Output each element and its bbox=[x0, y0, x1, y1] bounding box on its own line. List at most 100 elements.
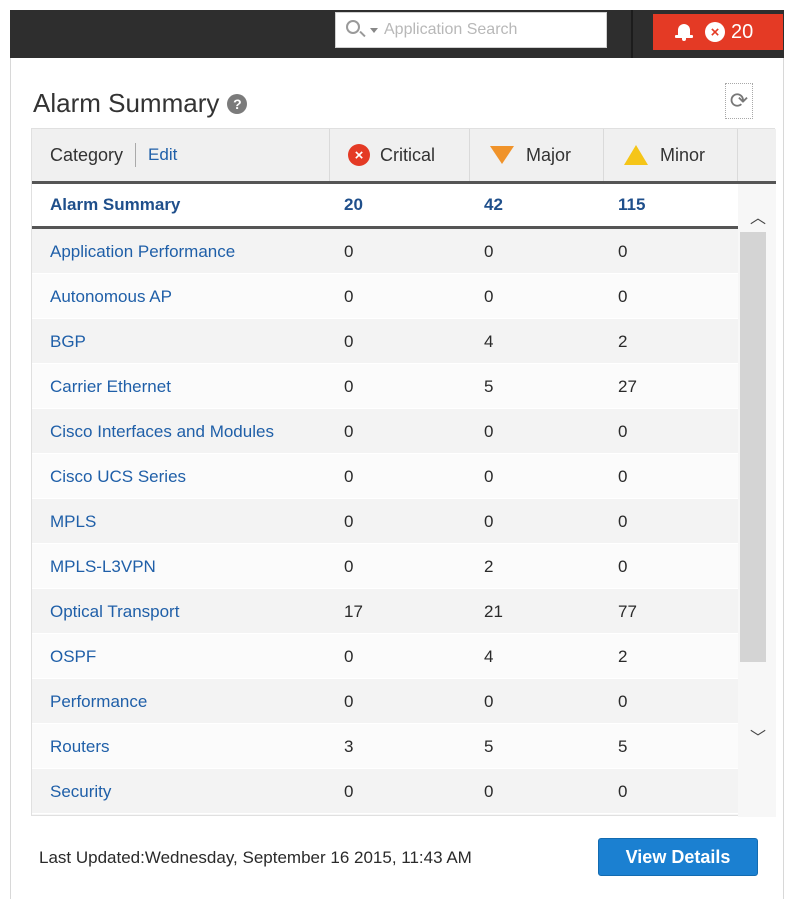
last-updated-text: Last Updated:Wednesday, September 16 201… bbox=[39, 848, 472, 867]
row-category[interactable]: Cisco UCS Series bbox=[50, 454, 186, 499]
row-critical: 0 bbox=[344, 421, 354, 441]
row-minor: 0 bbox=[618, 556, 628, 576]
row-minor: 0 bbox=[618, 286, 628, 306]
row-major: 0 bbox=[484, 421, 494, 441]
alarm-count: 20 bbox=[731, 20, 754, 43]
row-critical: 0 bbox=[344, 241, 354, 261]
row-minor: 27 bbox=[618, 376, 637, 396]
column-header-spacer bbox=[738, 129, 776, 181]
row-category[interactable]: Security bbox=[50, 769, 111, 814]
row-minor: 77 bbox=[618, 601, 637, 621]
row-category[interactable]: Autonomous AP bbox=[50, 274, 172, 319]
column-header-category: Category Edit bbox=[32, 129, 330, 181]
summary-minor[interactable]: 115 bbox=[618, 184, 645, 226]
row-critical: 17 bbox=[344, 601, 363, 621]
summary-major[interactable]: 42 bbox=[484, 184, 503, 226]
row-critical: 0 bbox=[344, 511, 354, 531]
row-category[interactable]: Routers bbox=[50, 724, 110, 769]
application-search-input[interactable] bbox=[384, 21, 584, 39]
table-header: Category Edit × Critical Major Minor bbox=[32, 129, 776, 184]
category-label: Category bbox=[50, 144, 124, 165]
column-header-minor[interactable]: Minor bbox=[604, 129, 738, 181]
table-row[interactable]: Carrier Ethernet 0 5 27 bbox=[32, 364, 738, 409]
top-header-bar: × 20 bbox=[10, 10, 784, 58]
column-header-critical[interactable]: × Critical bbox=[330, 129, 470, 181]
view-details-button[interactable]: View Details bbox=[598, 838, 758, 876]
row-major: 0 bbox=[484, 511, 494, 531]
row-category[interactable]: Cisco Interfaces and Modules bbox=[50, 409, 274, 454]
panel-title: Alarm Summary ? bbox=[33, 88, 248, 119]
summary-label[interactable]: Alarm Summary bbox=[50, 184, 180, 226]
row-major: 0 bbox=[484, 286, 494, 306]
application-search-box[interactable] bbox=[335, 12, 607, 48]
summary-critical[interactable]: 20 bbox=[344, 184, 363, 226]
edit-link[interactable]: Edit bbox=[148, 145, 177, 165]
panel-title-text: Alarm Summary bbox=[33, 88, 220, 118]
table-row[interactable]: Cisco Interfaces and Modules 0 0 0 bbox=[32, 409, 738, 454]
row-critical: 0 bbox=[344, 691, 354, 711]
row-minor: 0 bbox=[618, 421, 628, 441]
scrollbar-thumb[interactable] bbox=[740, 232, 766, 662]
row-category[interactable]: BGP bbox=[50, 319, 86, 364]
bell-icon bbox=[675, 23, 693, 41]
row-critical: 0 bbox=[344, 286, 354, 306]
row-category[interactable]: MPLS bbox=[50, 499, 96, 544]
row-category[interactable]: MPLS-L3VPN bbox=[50, 544, 156, 589]
search-icon[interactable] bbox=[344, 19, 366, 41]
alarm-summary-panel: Alarm Summary ? ⟳ Category Edit × Critic… bbox=[10, 58, 784, 899]
table-body: Application Performance 0 0 0 Autonomous… bbox=[32, 229, 738, 814]
chevron-down-icon[interactable]: ﹀ bbox=[750, 724, 766, 748]
table-row[interactable]: OSPF 0 4 2 bbox=[32, 634, 738, 679]
row-minor: 2 bbox=[618, 331, 628, 351]
table-row[interactable]: BGP 0 4 2 bbox=[32, 319, 738, 364]
row-minor: 0 bbox=[618, 511, 628, 531]
table-row[interactable]: Autonomous AP 0 0 0 bbox=[32, 274, 738, 319]
table-row[interactable]: Application Performance 0 0 0 bbox=[32, 229, 738, 274]
row-category[interactable]: Carrier Ethernet bbox=[50, 364, 171, 409]
row-major: 4 bbox=[484, 331, 494, 351]
alarm-indicator-button[interactable]: × 20 bbox=[653, 14, 783, 50]
table-row[interactable]: MPLS 0 0 0 bbox=[32, 499, 738, 544]
major-label: Major bbox=[526, 144, 572, 165]
row-major: 0 bbox=[484, 466, 494, 486]
row-major: 0 bbox=[484, 241, 494, 261]
row-category[interactable]: Application Performance bbox=[50, 229, 235, 274]
help-icon[interactable]: ? bbox=[227, 93, 248, 114]
row-major: 5 bbox=[484, 736, 494, 756]
row-major: 21 bbox=[484, 601, 503, 621]
minor-label: Minor bbox=[660, 144, 706, 165]
alarm-summary-table: Category Edit × Critical Major Minor Ala… bbox=[31, 128, 776, 817]
row-major: 2 bbox=[484, 556, 494, 576]
minor-icon bbox=[624, 145, 648, 165]
row-minor: 0 bbox=[618, 781, 628, 801]
row-major: 4 bbox=[484, 646, 494, 666]
critical-x-icon: × bbox=[705, 22, 725, 42]
table-row[interactable]: Routers 3 5 5 bbox=[32, 724, 738, 769]
table-scrollbar[interactable]: ︿ ﹀ bbox=[738, 184, 776, 817]
row-critical: 3 bbox=[344, 736, 354, 756]
row-major: 0 bbox=[484, 781, 494, 801]
row-category[interactable]: Performance bbox=[50, 679, 147, 724]
table-row[interactable]: Security 0 0 0 bbox=[32, 769, 738, 814]
table-row[interactable]: Optical Transport 17 21 77 bbox=[32, 589, 738, 634]
table-row[interactable]: Cisco UCS Series 0 0 0 bbox=[32, 454, 738, 499]
summary-row[interactable]: Alarm Summary 20 42 115 bbox=[32, 184, 776, 229]
chevron-up-icon[interactable]: ︿ bbox=[750, 204, 766, 228]
row-category[interactable]: OSPF bbox=[50, 634, 96, 679]
critical-icon: × bbox=[348, 144, 370, 166]
row-critical: 0 bbox=[344, 781, 354, 801]
row-critical: 0 bbox=[344, 331, 354, 351]
row-minor: 0 bbox=[618, 466, 628, 486]
table-row[interactable]: MPLS-L3VPN 0 2 0 bbox=[32, 544, 738, 589]
row-minor: 0 bbox=[618, 241, 628, 261]
row-critical: 0 bbox=[344, 556, 354, 576]
row-critical: 0 bbox=[344, 646, 354, 666]
major-icon bbox=[490, 146, 514, 164]
search-dropdown-caret-icon[interactable] bbox=[370, 27, 378, 33]
row-critical: 0 bbox=[344, 466, 354, 486]
table-row[interactable]: Performance 0 0 0 bbox=[32, 679, 738, 724]
refresh-icon[interactable]: ⟳ bbox=[725, 83, 753, 119]
row-minor: 2 bbox=[618, 646, 628, 666]
column-header-major[interactable]: Major bbox=[470, 129, 604, 181]
row-category[interactable]: Optical Transport bbox=[50, 589, 179, 634]
